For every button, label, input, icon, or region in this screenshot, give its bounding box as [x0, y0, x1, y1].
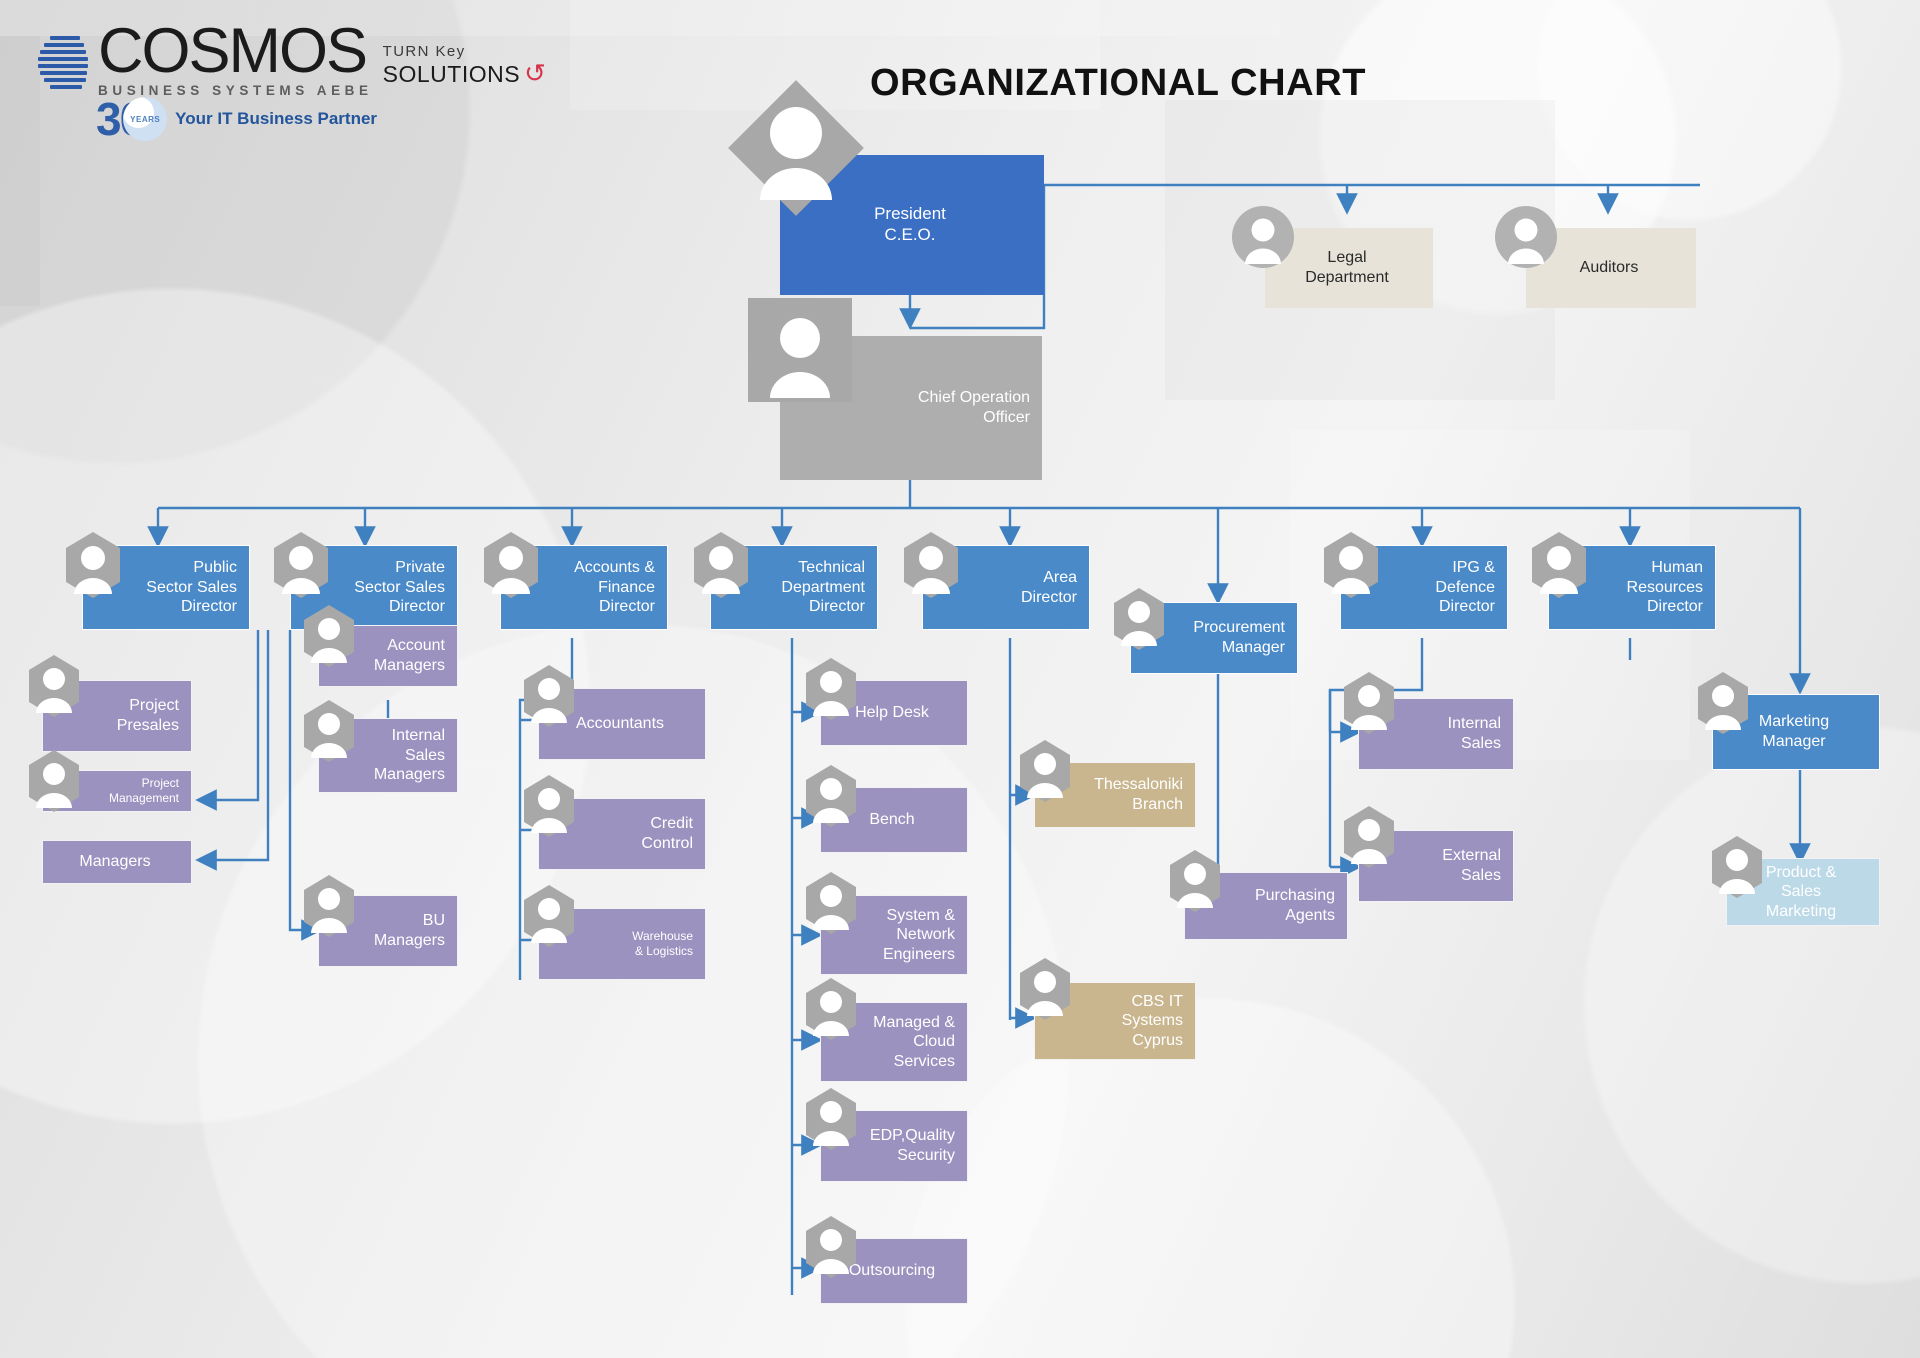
anniversary-circle: YEARS	[123, 97, 168, 141]
node-procurement-manager[interactable]: Procurement Manager	[1130, 602, 1298, 674]
node-external-sales[interactable]: External Sales	[1358, 830, 1514, 902]
node-label: Accountants	[575, 715, 665, 733]
node-label: Thessaloniki Branch	[1094, 776, 1183, 813]
turnkey-solutions-logo: TURN Key SOLUTIONS ↺	[383, 43, 546, 88]
node-label: Chief Operation Officer	[917, 389, 1030, 426]
cosmos-logo: COSMOS BUSINESS SYSTEMS AEBE TURN Key SO…	[36, 16, 546, 98]
node-product-sales-marketing[interactable]: Product & Sales Marketing	[1726, 858, 1880, 926]
node-label: Procurement Manager	[1193, 619, 1285, 656]
node-ipg-defence-director[interactable]: IPG & Defence Director	[1340, 545, 1508, 630]
globe-icon	[36, 32, 90, 98]
node-label: Public Sector Sales Director	[146, 559, 237, 616]
node-chief-operation-officer[interactable]: Chief Operation Officer	[780, 336, 1042, 480]
node-project-management[interactable]: Project Management	[42, 770, 192, 812]
node-managed-cloud-services[interactable]: Managed & Cloud Services	[820, 1002, 968, 1082]
node-label: Technical Department Director	[781, 559, 865, 616]
node-system-network-engineers[interactable]: System & Network Engineers	[820, 895, 968, 975]
node-label: Managers	[79, 853, 151, 871]
node-auditors[interactable]: Auditors	[1526, 228, 1696, 308]
node-label: BU Managers	[373, 912, 445, 949]
node-managers[interactable]: Managers	[42, 840, 192, 884]
node-thessaloniki-branch[interactable]: Thessaloniki Branch	[1034, 762, 1196, 828]
node-label: Internal Sales Managers	[373, 727, 445, 784]
partner-slogan: Your IT Business Partner	[175, 109, 378, 128]
node-label: Project Management	[108, 776, 179, 805]
node-account-managers[interactable]: Account Managers	[318, 625, 458, 687]
node-accounts-finance-director[interactable]: Accounts & Finance Director	[500, 545, 668, 630]
node-edp-quality-security[interactable]: EDP,Quality Security	[820, 1110, 968, 1182]
node-label: CBS IT Systems Cyprus	[1121, 992, 1183, 1049]
node-marketing-manager[interactable]: Marketing Manager	[1712, 694, 1880, 770]
node-label: Purchasing Agents	[1254, 887, 1335, 924]
turnkey-line-1: TURN Key	[382, 42, 466, 60]
turnkey-line-2: SOLUTIONS	[382, 60, 521, 87]
node-label: System & Network Engineers	[882, 906, 955, 963]
node-label: Account Managers	[373, 637, 445, 674]
node-purchasing-agents[interactable]: Purchasing Agents	[1184, 872, 1348, 940]
node-label: Bench	[869, 811, 915, 829]
org-chart-canvas: COSMOS BUSINESS SYSTEMS AEBE TURN Key SO…	[0, 0, 1920, 1358]
node-human-resources-director[interactable]: Human Resources Director	[1548, 545, 1716, 630]
node-technical-department-director[interactable]: Technical Department Director	[710, 545, 878, 630]
refresh-arrow-icon: ↺	[524, 57, 546, 88]
node-outsourcing[interactable]: Outsourcing	[820, 1238, 968, 1304]
node-label: Project Presales	[116, 697, 179, 734]
bg-panel	[0, 36, 40, 306]
anniversary-badge: 30 YEARS Your IT Business Partner	[96, 96, 377, 142]
node-area-director[interactable]: Area Director	[922, 545, 1090, 630]
node-label: President C.E.O.	[874, 204, 946, 244]
node-label: EDP,Quality Security	[869, 1127, 955, 1164]
node-label: External Sales	[1442, 847, 1501, 884]
node-label: IPG & Defence Director	[1435, 559, 1495, 616]
node-warehouse-logistics[interactable]: Warehouse & Logistics	[538, 908, 706, 980]
node-president-ceo[interactable]: President C.E.O.	[780, 155, 1044, 295]
node-label: Managed & Cloud Services	[873, 1013, 955, 1070]
node-project-presales[interactable]: Project Presales	[42, 680, 192, 752]
node-public-sector-sales-director[interactable]: Public Sector Sales Director	[82, 545, 250, 630]
page-title: ORGANIZATIONAL CHART	[869, 62, 1367, 104]
anniversary-label: YEARS	[130, 114, 161, 124]
brand-name: COSMOS	[98, 16, 368, 86]
node-label: Accounts & Finance Director	[574, 559, 655, 616]
node-label: Area Director	[1020, 568, 1077, 606]
node-label: Auditors	[1579, 259, 1639, 277]
node-bu-managers[interactable]: BU Managers	[318, 895, 458, 967]
node-label: Product & Sales Marketing	[1765, 863, 1837, 920]
node-internal-sales-managers[interactable]: Internal Sales Managers	[318, 718, 458, 793]
node-label: Legal Department	[1305, 249, 1389, 286]
node-cbs-it-systems-cyprus[interactable]: CBS IT Systems Cyprus	[1034, 982, 1196, 1060]
node-bench[interactable]: Bench	[820, 787, 968, 853]
node-label: Credit Control	[641, 815, 693, 852]
node-credit-control[interactable]: Credit Control	[538, 798, 706, 870]
node-label: Help Desk	[855, 704, 929, 722]
node-internal-sales[interactable]: Internal Sales	[1358, 698, 1514, 770]
node-label: Human Resources Director	[1626, 559, 1703, 616]
node-label: Private Sector Sales Director	[354, 559, 445, 616]
node-accountants[interactable]: Accountants	[538, 688, 706, 760]
node-label: Internal Sales	[1447, 715, 1501, 752]
node-help-desk[interactable]: Help Desk	[820, 680, 968, 746]
node-label: Warehouse & Logistics	[632, 929, 693, 958]
node-label: Outsourcing	[848, 1262, 936, 1280]
node-private-sector-sales-director[interactable]: Private Sector Sales Director	[290, 545, 458, 630]
node-label: Marketing Manager	[1758, 713, 1830, 750]
node-legal-department[interactable]: Legal Department	[1265, 228, 1433, 308]
